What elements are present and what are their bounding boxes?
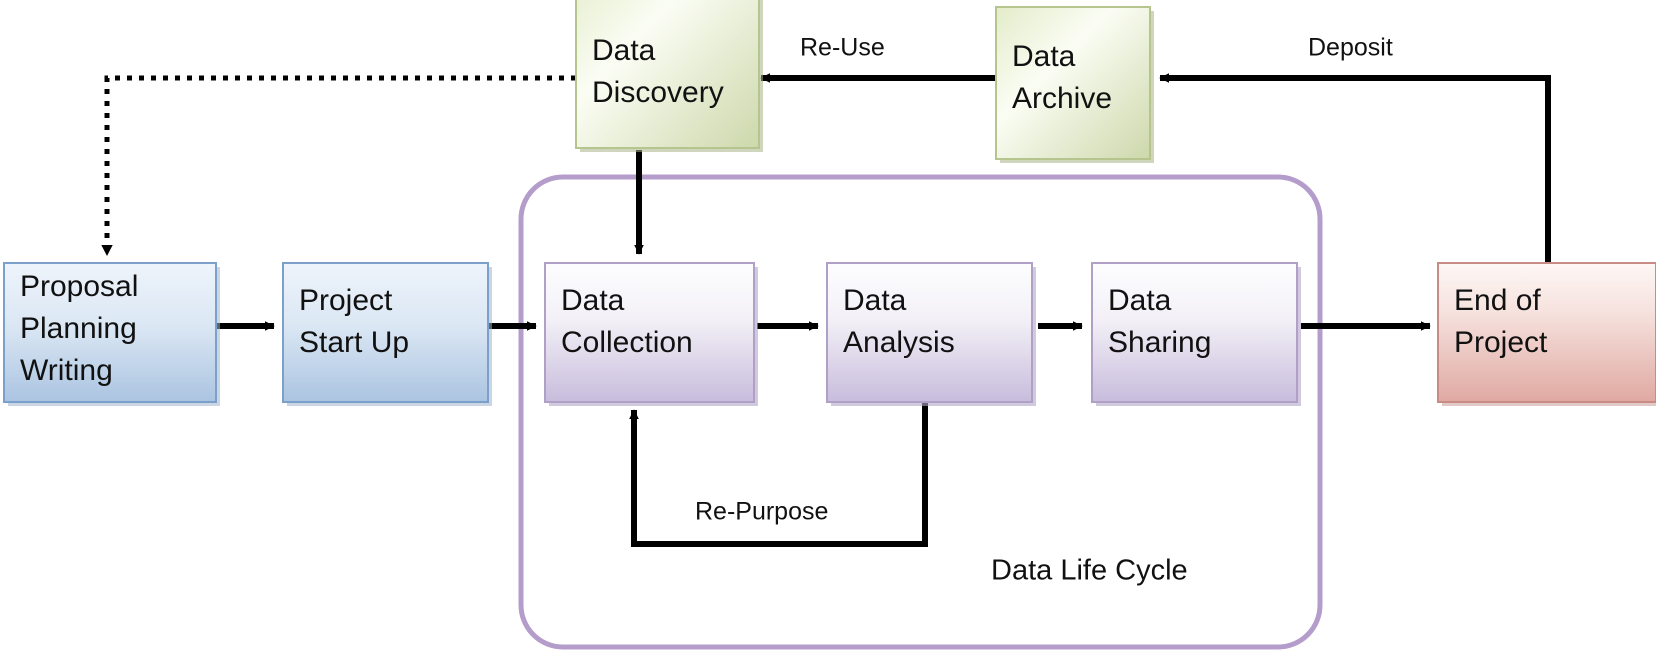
flowchart-svg: Data Life Cycle Re-Use Deposit Re-Purpos… (3, 0, 1656, 650)
node-data-analysis[interactable]: Data Analysis (826, 262, 1036, 406)
edge-label-reuse: Re-Use (800, 34, 885, 62)
edge-discovery-to-proposal (101, 75, 576, 256)
node-label-archive-line2: Archive (1012, 82, 1112, 115)
node-label-discovery-line1: Data (592, 34, 656, 67)
node-label-sharing-line1: Data (1108, 284, 1172, 317)
edge-deposit: Deposit (1159, 34, 1551, 262)
node-label-sharing-line2: Sharing (1108, 326, 1211, 359)
node-label-end-line1: End of (1454, 284, 1541, 317)
node-label-collection-line2: Collection (561, 326, 693, 359)
node-label-proposal-line3: Writing (20, 354, 113, 387)
node-label-collection-line1: Data (561, 284, 625, 317)
node-label-discovery-line2: Discovery (592, 76, 724, 109)
node-label-proposal-line1: Proposal (20, 270, 138, 303)
node-data-sharing[interactable]: Data Sharing (1091, 262, 1301, 406)
node-label-proposal-line2: Planning (20, 312, 137, 345)
node-end-of-project[interactable]: End of Project (1437, 262, 1656, 406)
node-label-end-line2: Project (1454, 326, 1548, 359)
node-label-startup-line1: Project (299, 284, 393, 317)
node-data-discovery[interactable]: Data Discovery (575, 0, 763, 152)
node-label-analysis-line2: Analysis (843, 326, 955, 359)
edge-label-deposit: Deposit (1308, 34, 1393, 62)
node-label-analysis-line1: Data (843, 284, 907, 317)
edge-reuse: Re-Use (760, 34, 996, 83)
diagram-canvas: Data Life Cycle Re-Use Deposit Re-Purpos… (0, 0, 1656, 658)
node-proposal-planning-writing[interactable]: Proposal Planning Writing (3, 262, 220, 406)
node-data-archive[interactable]: Data Archive (995, 6, 1154, 163)
edge-re-purpose: Re-Purpose (629, 400, 928, 547)
node-label-archive-line1: Data (1012, 40, 1076, 73)
node-label-startup-line2: Start Up (299, 326, 409, 359)
edge-label-re-purpose: Re-Purpose (695, 498, 828, 526)
data-life-cycle-label: Data Life Cycle (991, 555, 1188, 587)
node-data-collection[interactable]: Data Collection (544, 262, 758, 406)
node-project-start-up[interactable]: Project Start Up (282, 262, 492, 406)
